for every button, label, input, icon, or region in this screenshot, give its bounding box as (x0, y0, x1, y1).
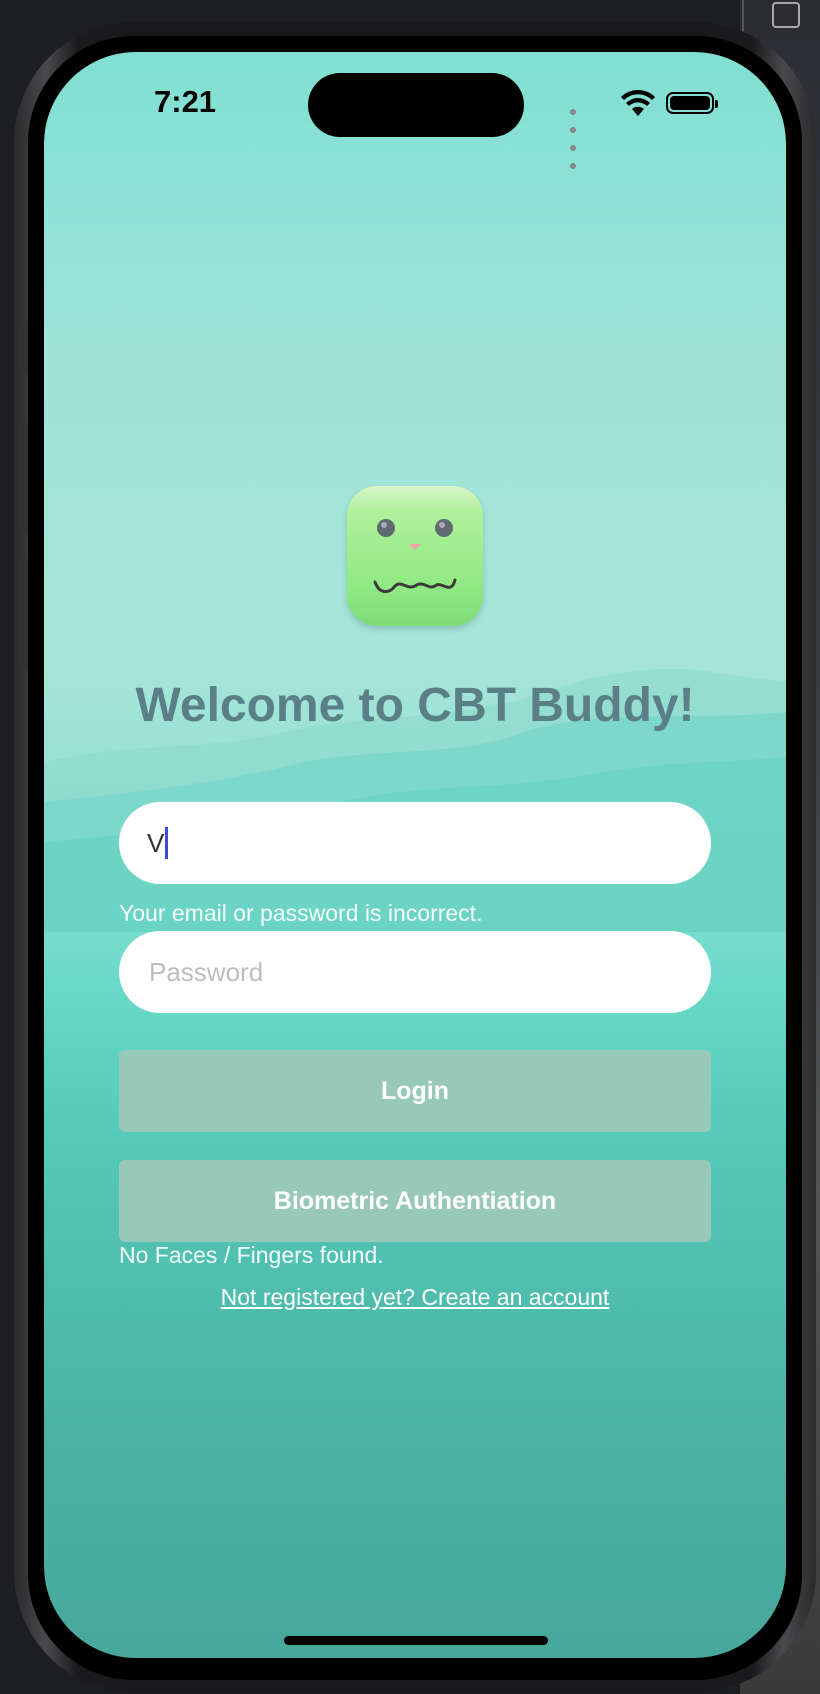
password-input[interactable] (147, 955, 671, 989)
dynamic-island (308, 73, 524, 137)
home-indicator[interactable] (284, 1636, 548, 1645)
email-field[interactable]: V (119, 802, 711, 884)
desktop-window-control (742, 0, 820, 40)
phone-screen: 7:21 Welcome to CBT Buddy! V Your email … (44, 52, 786, 1658)
email-value: V (147, 827, 165, 858)
signal-dots-icon (570, 102, 580, 174)
volume-up-button (20, 422, 28, 532)
page-title: Welcome to CBT Buddy! (135, 679, 695, 732)
error-message: Your email or password is incorrect. (119, 900, 483, 926)
status-time: 7:21 (154, 84, 217, 119)
login-button[interactable]: Login (119, 1050, 711, 1132)
side-button (20, 322, 28, 372)
battery-icon (666, 92, 718, 114)
register-link[interactable]: Not registered yet? Create an account (44, 1284, 786, 1311)
wifi-icon (621, 90, 655, 116)
text-caret (165, 827, 169, 859)
biometric-message: No Faces / Fingers found. (119, 1242, 384, 1268)
volume-down-button (20, 558, 28, 668)
window-icon (772, 2, 800, 28)
biometric-authentication-button[interactable]: Biometric Authentiation (119, 1160, 711, 1242)
password-field[interactable] (119, 931, 711, 1013)
app-logo-icon (347, 486, 483, 626)
